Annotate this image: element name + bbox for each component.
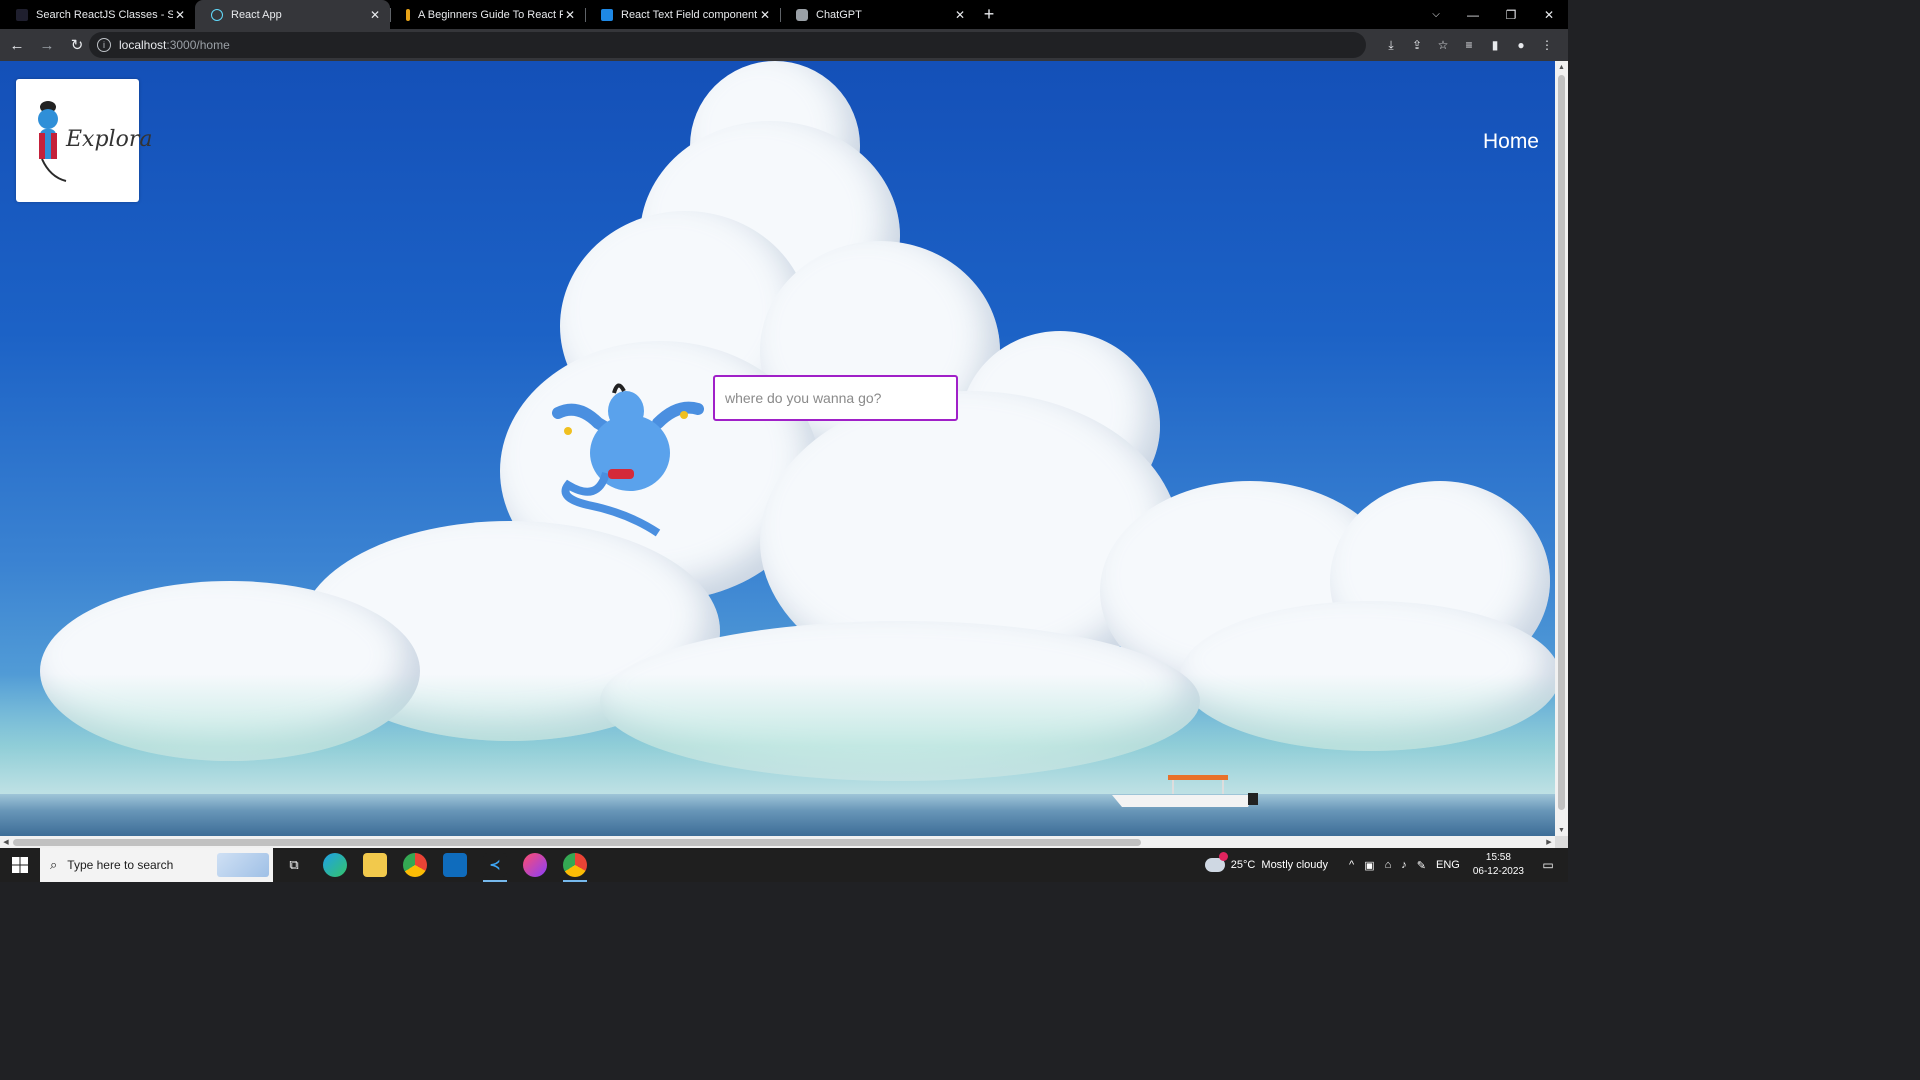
skillshare-favicon-icon [16,8,28,21]
weather-widget[interactable]: 25°C Mostly cloudy [1204,852,1329,872]
address-bar[interactable]: i localhost:3000/home [89,32,1366,58]
search-icon: ⌕ [50,857,58,872]
weather-desc: Mostly cloudy [1261,859,1329,871]
boat-image [1112,775,1258,807]
close-tab-icon[interactable]: ✕ [563,8,577,22]
sea [0,794,1555,836]
tab-title: React App [231,8,282,21]
horizon-haze [0,674,1555,794]
horizontal-scroll-thumb[interactable] [13,839,1141,846]
file-explorer-icon[interactable] [363,853,387,877]
bookmark-star-icon[interactable]: ☆ [1430,38,1456,52]
tab-search-chevron-icon[interactable]: ⌵ [1426,0,1446,29]
language-indicator[interactable]: ENG [1436,859,1460,871]
edge-browser-icon[interactable] [323,853,347,877]
tab-skillshare[interactable]: Search ReactJS Classes - Skillsha ✕ [0,0,195,29]
chrome-icon[interactable] [403,853,427,877]
scroll-up-arrow-icon[interactable]: ▲ [1555,61,1568,73]
clock-date: 06-12-2023 [1472,866,1524,877]
vertical-scroll-thumb[interactable] [1558,75,1565,810]
close-tab-icon[interactable]: ✕ [953,8,967,22]
cloud-weather-icon [1204,852,1228,872]
windows-taskbar: ⌕ Type here to search ⧉ ≺ 25°C Mostly cl… [0,848,1568,882]
tab-title: A Beginners Guide To React Prop [418,8,563,21]
tab-strip: Search ReactJS Classes - Skillsha ✕ Reac… [0,0,1568,29]
minimize-icon[interactable]: — [1454,0,1492,29]
taskbar-search-placeholder: Type here to search [67,858,174,872]
horizontal-scrollbar[interactable]: ◀ ▶ [0,836,1555,848]
new-tab-plus-icon[interactable]: + [975,0,1003,29]
scroll-left-arrow-icon[interactable]: ◀ [0,836,12,848]
task-view-icon[interactable]: ⧉ [282,853,306,877]
site-info-icon[interactable]: i [97,38,111,52]
search-highlight-image [217,853,269,877]
chatgpt-favicon-icon [796,8,808,21]
url-path: :3000/home [166,38,230,52]
side-panel-icon[interactable]: ▮ [1482,38,1508,52]
media-control-icon[interactable]: ≡ [1456,38,1482,52]
scroll-right-arrow-icon[interactable]: ▶ [1543,836,1555,848]
nav-home-link[interactable]: Home [1483,130,1539,154]
genie-illustration [552,383,704,537]
meet-now-icon[interactable]: ▣ [1364,859,1374,872]
vertical-scrollbar[interactable]: ▲ ▼ [1555,61,1568,836]
profile-avatar-icon[interactable]: ● [1508,38,1534,52]
volume-icon[interactable]: ♪ [1401,859,1407,871]
mui-favicon-icon [601,8,613,21]
close-tab-icon[interactable]: ✕ [173,8,187,22]
logo-text: Explora [66,127,153,152]
tab-chatgpt[interactable]: ChatGPT ✕ [780,0,975,29]
toolbar-actions: ⤓ ⇪ ☆ ≡ ▮ ● ⋮ [1378,29,1560,61]
article-favicon-icon [406,8,410,21]
show-hidden-icons-chevron-icon[interactable]: ^ [1349,859,1354,871]
back-arrow-icon[interactable]: ← [4,32,30,58]
weather-temp: 25°C [1230,859,1256,871]
tab-react-props-guide[interactable]: A Beginners Guide To React Prop ✕ [390,0,585,29]
forward-arrow-icon[interactable]: → [34,32,60,58]
browser-toolbar: ← → ↻ i localhost:3000/home ⤓ ⇪ ☆ ≡ ▮ ● … [0,29,1568,61]
taskbar-search-box[interactable]: ⌕ Type here to search [40,848,273,882]
mail-icon[interactable] [443,853,467,877]
clock-time: 15:58 [1485,852,1511,863]
close-tab-icon[interactable]: ✕ [368,8,382,22]
install-app-icon[interactable]: ⤓ [1378,38,1404,53]
windows-start-icon[interactable] [12,857,28,873]
restore-icon[interactable]: ❐ [1492,0,1530,29]
window-controls: — ❐ ✕ [1454,0,1568,29]
vscode-icon[interactable]: ≺ [483,853,507,882]
page-viewport: Explora Home [0,61,1555,836]
react-favicon-icon [211,8,223,21]
app-w-icon[interactable] [523,853,547,877]
close-tab-icon[interactable]: ✕ [758,8,772,22]
menu-kebab-icon[interactable]: ⋮ [1534,38,1560,52]
pen-icon[interactable]: ✎ [1417,859,1426,872]
tab-react-app[interactable]: React App ✕ [195,0,390,29]
close-window-icon[interactable]: ✕ [1530,0,1568,29]
share-icon[interactable]: ⇪ [1404,38,1430,52]
tab-title: ChatGPT [816,8,862,21]
clock[interactable]: 15:58 06-12-2023 [1473,851,1524,879]
scroll-down-arrow-icon[interactable]: ▼ [1555,824,1568,836]
explora-logo[interactable]: Explora [16,79,152,202]
system-tray: 25°C Mostly cloudy ^ ▣ ⌂ ♪ ✎ ENG 15:58 0… [1204,848,1568,882]
reload-icon[interactable]: ↻ [64,32,90,58]
tab-react-text-field[interactable]: React Text Field component - M ✕ [585,0,780,29]
notification-center-icon[interactable]: ▭ [1536,858,1560,872]
scrollbar-corner [1555,836,1568,848]
tab-title: React Text Field component - M [621,8,758,21]
network-icon[interactable]: ⌂ [1385,859,1392,871]
chrome-profile-icon[interactable] [563,853,587,882]
destination-search-input[interactable] [713,375,958,421]
tab-title: Search ReactJS Classes - Skillsha [36,8,173,21]
url-host: localhost [119,38,167,52]
